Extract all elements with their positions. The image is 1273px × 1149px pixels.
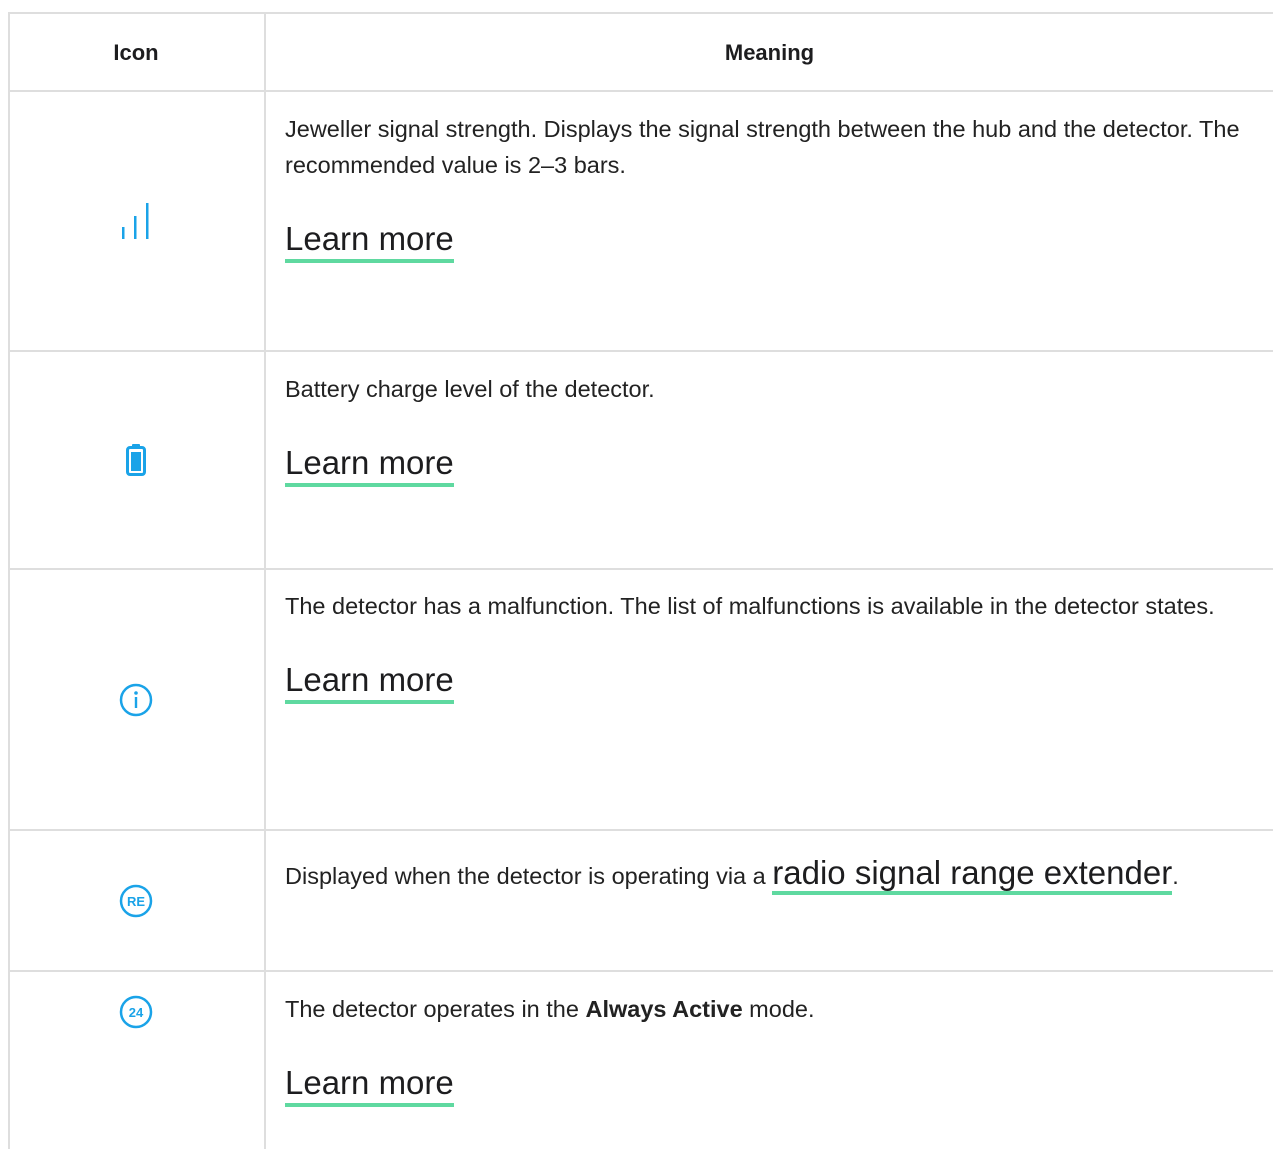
svg-text:RE: RE [127, 894, 145, 909]
row-description: The detector has a malfunction. The list… [285, 593, 1215, 619]
table-row-icon-cell [8, 352, 264, 568]
row-description: The detector operates in the Always Acti… [285, 991, 1265, 1027]
range-extender-icon: RE [119, 884, 153, 918]
column-divider [264, 12, 266, 1149]
table-row-icon-cell [8, 570, 264, 829]
row-description-end: . [1172, 863, 1179, 889]
header-icon: Icon [113, 39, 159, 65]
table-row-icon-cell [8, 92, 264, 350]
learn-more-link[interactable]: Learn more [285, 443, 454, 487]
learn-more-link[interactable]: Learn more [285, 219, 454, 263]
table-header: Icon Meaning [8, 14, 1273, 91]
table-row-icon-cell: RE [8, 831, 264, 970]
row-description: Displayed when the detector is operating… [285, 850, 1265, 899]
battery-icon [126, 444, 146, 476]
header-meaning: Meaning [724, 39, 815, 65]
info-icon [119, 683, 153, 717]
range-extender-link[interactable]: radio signal range extender [772, 854, 1173, 895]
table-row-text-cell: Battery charge level of the detector. Le… [285, 371, 1265, 487]
signal-strength-icon [118, 201, 154, 241]
always-active-label: Always Active [585, 996, 743, 1022]
table-row-text-cell: Jeweller signal strength. Displays the s… [285, 111, 1265, 263]
icons-table: Icon Meaning Jeweller signal strength. D… [8, 12, 1273, 1149]
table-row-icon-cell: 24 [8, 972, 264, 1052]
row-description: Jeweller signal strength. Displays the s… [285, 116, 1240, 178]
table-row-text-cell: The detector has a malfunction. The list… [285, 588, 1265, 704]
table-row-text-cell: Displayed when the detector is operating… [285, 850, 1265, 899]
table-row-text-cell: The detector operates in the Always Acti… [285, 991, 1265, 1107]
learn-more-link[interactable]: Learn more [285, 660, 454, 704]
row-description: Battery charge level of the detector. [285, 376, 655, 402]
svg-text:24: 24 [129, 1005, 144, 1020]
row-description-text: The detector operates in the [285, 996, 586, 1022]
row-description-text: Displayed when the detector is operating… [285, 863, 773, 889]
row-description-end: mode. [742, 996, 815, 1022]
learn-more-link[interactable]: Learn more [285, 1063, 454, 1107]
always-active-icon: 24 [119, 995, 153, 1029]
